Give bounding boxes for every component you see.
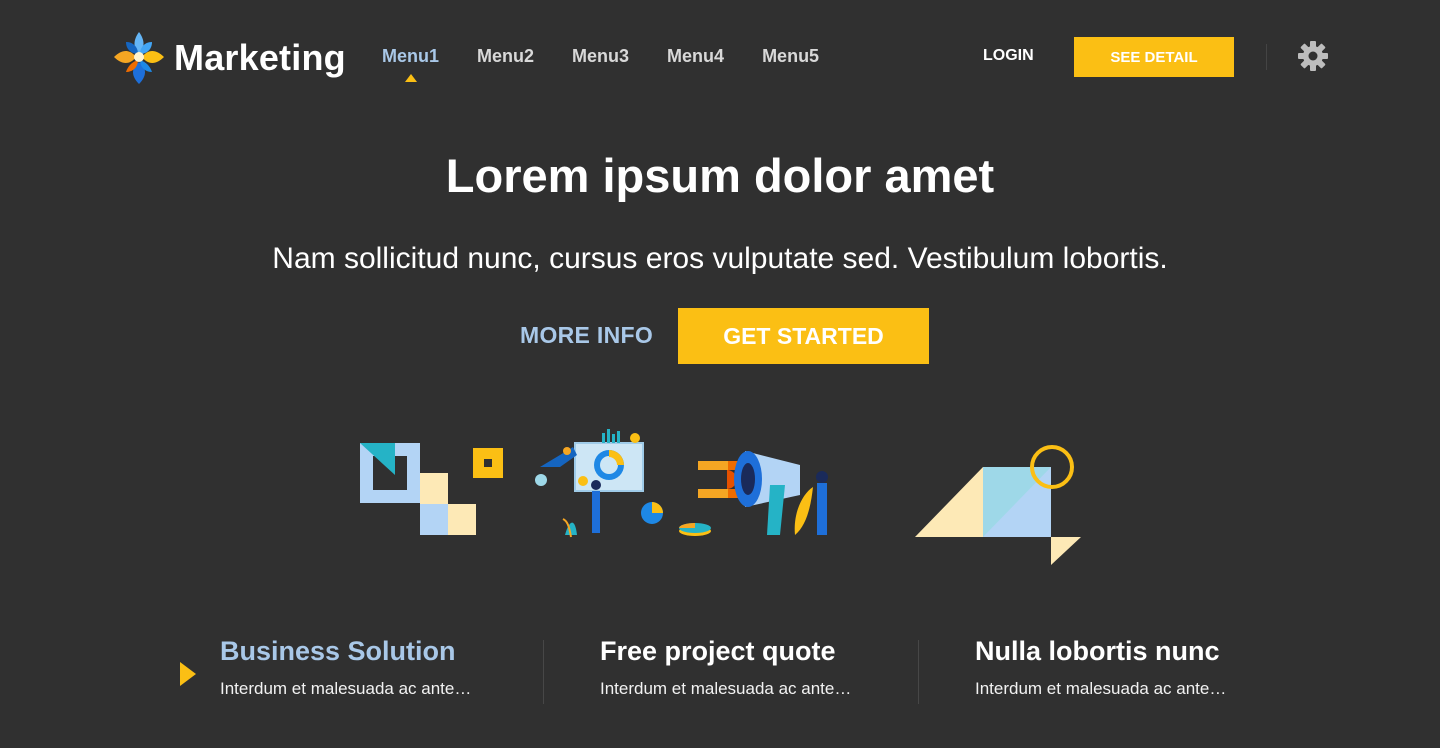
feature-description: Interdum et malesuada ac ante… (600, 679, 852, 698)
feature-active-arrow-icon (180, 662, 196, 686)
feature-description: Interdum et malesuada ac ante… (975, 679, 1227, 698)
hero-subtitle: Nam sollicitud nunc, cursus eros vulputa… (272, 242, 1168, 275)
landing-page: Marketing Menu1 Menu2 Menu3 Menu4 Menu5 … (0, 0, 1440, 748)
get-started-button[interactable]: GET STARTED (678, 308, 929, 364)
feature-title: Business Solution (220, 636, 456, 666)
hero-title: Lorem ipsum dolor amet (445, 149, 995, 202)
nav-item-label: Menu1 (382, 46, 440, 66)
analytics-illustration (535, 429, 711, 538)
feature-divider (918, 640, 919, 704)
nav-item-label: Menu2 (477, 46, 535, 66)
gear-icon[interactable] (1297, 40, 1329, 77)
brand-logo[interactable]: Marketing (112, 30, 346, 86)
see-detail-button[interactable]: SEE DETAIL (1074, 37, 1234, 77)
feature-nulla-lobortis[interactable]: Nulla lobortis nunc Interdum et malesuad… (975, 636, 1226, 699)
main-nav: Menu1 Menu2 Menu3 Menu4 Menu5 (382, 46, 857, 82)
nav-item-menu1[interactable]: Menu1 (382, 46, 440, 82)
nav-item-menu2[interactable]: Menu2 (477, 46, 534, 67)
login-link[interactable]: LOGIN (983, 47, 1034, 65)
active-indicator-icon (404, 74, 417, 82)
triangles-illustration (915, 445, 1081, 565)
megaphone-illustration (698, 451, 828, 535)
nav-item-label: Menu4 (667, 46, 725, 66)
nav-item-menu3[interactable]: Menu3 (572, 46, 629, 67)
hero-illustration (355, 425, 1095, 580)
feature-free-project-quote[interactable]: Free project quote Interdum et malesuada… (600, 636, 851, 699)
feature-title: Free project quote (600, 636, 836, 666)
nav-item-label: Menu3 (572, 46, 630, 66)
flower-logo-icon (114, 32, 164, 84)
nav-item-menu5[interactable]: Menu5 (762, 46, 819, 67)
nav-item-label: Menu5 (762, 46, 820, 66)
blocks-illustration (360, 443, 503, 535)
brand-name: Marketing (174, 37, 346, 78)
feature-business-solution[interactable]: Business Solution Interdum et malesuada … (220, 636, 471, 699)
more-info-link[interactable]: MORE INFO (520, 322, 653, 349)
nav-item-menu4[interactable]: Menu4 (667, 46, 724, 67)
header-divider (1266, 44, 1267, 70)
feature-title: Nulla lobortis nunc (975, 636, 1220, 666)
feature-divider (543, 640, 544, 704)
feature-description: Interdum et malesuada ac ante… (220, 679, 472, 698)
